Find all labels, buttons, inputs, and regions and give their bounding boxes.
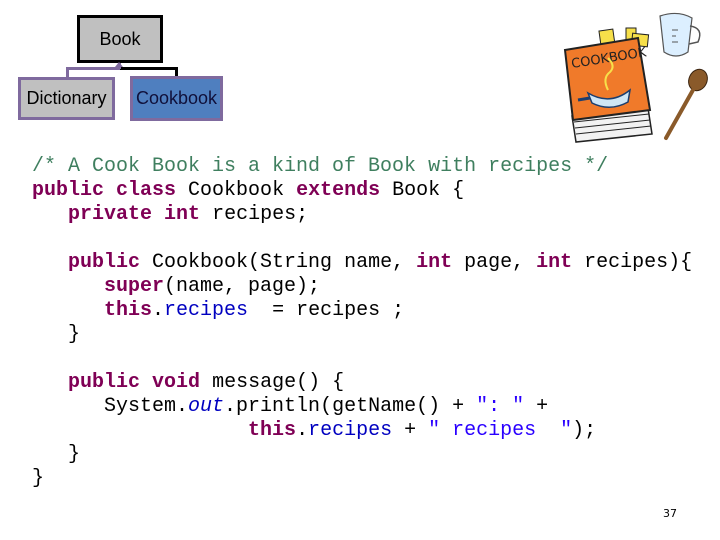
code-line: private int recipes; bbox=[32, 203, 692, 227]
code-text: .println(getName() + bbox=[224, 395, 477, 418]
code-text: Cookbook bbox=[176, 179, 297, 202]
code-line: this.recipes = recipes ; bbox=[32, 299, 692, 323]
cookbook-clipart-icon: COOKBOOK bbox=[563, 12, 708, 143]
code-keyword: int bbox=[416, 251, 453, 274]
code-keyword: void bbox=[152, 371, 201, 394]
code-line: } bbox=[32, 443, 692, 467]
code-text: } bbox=[32, 443, 81, 466]
code-keyword: public bbox=[68, 251, 141, 274]
code-line: public class Cookbook extends Book { bbox=[32, 179, 692, 203]
book-class-label: Book bbox=[99, 28, 141, 49]
code-string: " recipes " bbox=[428, 419, 573, 442]
code-keyword: public bbox=[68, 371, 141, 394]
code-keyword: int bbox=[164, 203, 201, 226]
dictionary-class-box: Dictionary bbox=[18, 77, 115, 120]
code-comment: /* A Cook Book is a kind of Book with re… bbox=[32, 155, 609, 178]
code-field: recipes bbox=[164, 299, 249, 322]
code-text: (name, page); bbox=[164, 275, 321, 298]
code-line: } bbox=[32, 323, 692, 347]
code-text: } bbox=[32, 323, 81, 346]
code-text: = recipes ; bbox=[248, 299, 405, 322]
code-static-field: out bbox=[188, 395, 225, 418]
code-keyword: public bbox=[32, 179, 105, 202]
code-text: page, bbox=[452, 251, 537, 274]
code-text: + bbox=[392, 419, 429, 442]
code-keyword: int bbox=[536, 251, 573, 274]
code-text: recipes){ bbox=[572, 251, 693, 274]
code-field: recipes bbox=[308, 419, 393, 442]
book-class-box: Book bbox=[77, 15, 163, 63]
code-line: /* A Cook Book is a kind of Book with re… bbox=[32, 155, 692, 179]
dictionary-connector-horizontal bbox=[66, 67, 120, 70]
code-line: public Cookbook(String name, int page, i… bbox=[32, 251, 692, 275]
cookbook-class-label: Cookbook bbox=[135, 88, 218, 108]
code-text: message() { bbox=[200, 371, 345, 394]
code-text: System. bbox=[32, 395, 189, 418]
code-keyword: extends bbox=[296, 179, 381, 202]
cookbook-class-box: Cookbook bbox=[130, 76, 223, 121]
code-keyword: class bbox=[116, 179, 177, 202]
code-text: recipes; bbox=[200, 203, 309, 226]
code-keyword: this bbox=[248, 419, 297, 442]
code-text: } bbox=[32, 467, 45, 490]
code-text: ); bbox=[572, 419, 597, 442]
code-line: System.out.println(getName() + ": " + bbox=[32, 395, 692, 419]
code-keyword: this bbox=[104, 299, 153, 322]
cookbook-connector-horizontal bbox=[120, 67, 178, 70]
code-text: Book { bbox=[380, 179, 465, 202]
code-keyword: super bbox=[104, 275, 165, 298]
inheritance-arrow-icon bbox=[115, 62, 123, 67]
dictionary-class-label: Dictionary bbox=[26, 88, 107, 108]
code-line: } bbox=[32, 467, 692, 491]
code-line: public void message() { bbox=[32, 371, 692, 395]
code-line: super(name, page); bbox=[32, 275, 692, 299]
code-text: . bbox=[296, 419, 309, 442]
code-string: ": " bbox=[476, 395, 525, 418]
java-code-block: /* A Cook Book is a kind of Book with re… bbox=[32, 155, 692, 491]
code-text: . bbox=[152, 299, 165, 322]
code-line: this.recipes + " recipes "); bbox=[32, 419, 692, 443]
code-keyword: private bbox=[68, 203, 153, 226]
code-text: + bbox=[524, 395, 549, 418]
slide-page-number: 37 bbox=[663, 507, 677, 520]
code-text: Cookbook(String name, bbox=[140, 251, 417, 274]
